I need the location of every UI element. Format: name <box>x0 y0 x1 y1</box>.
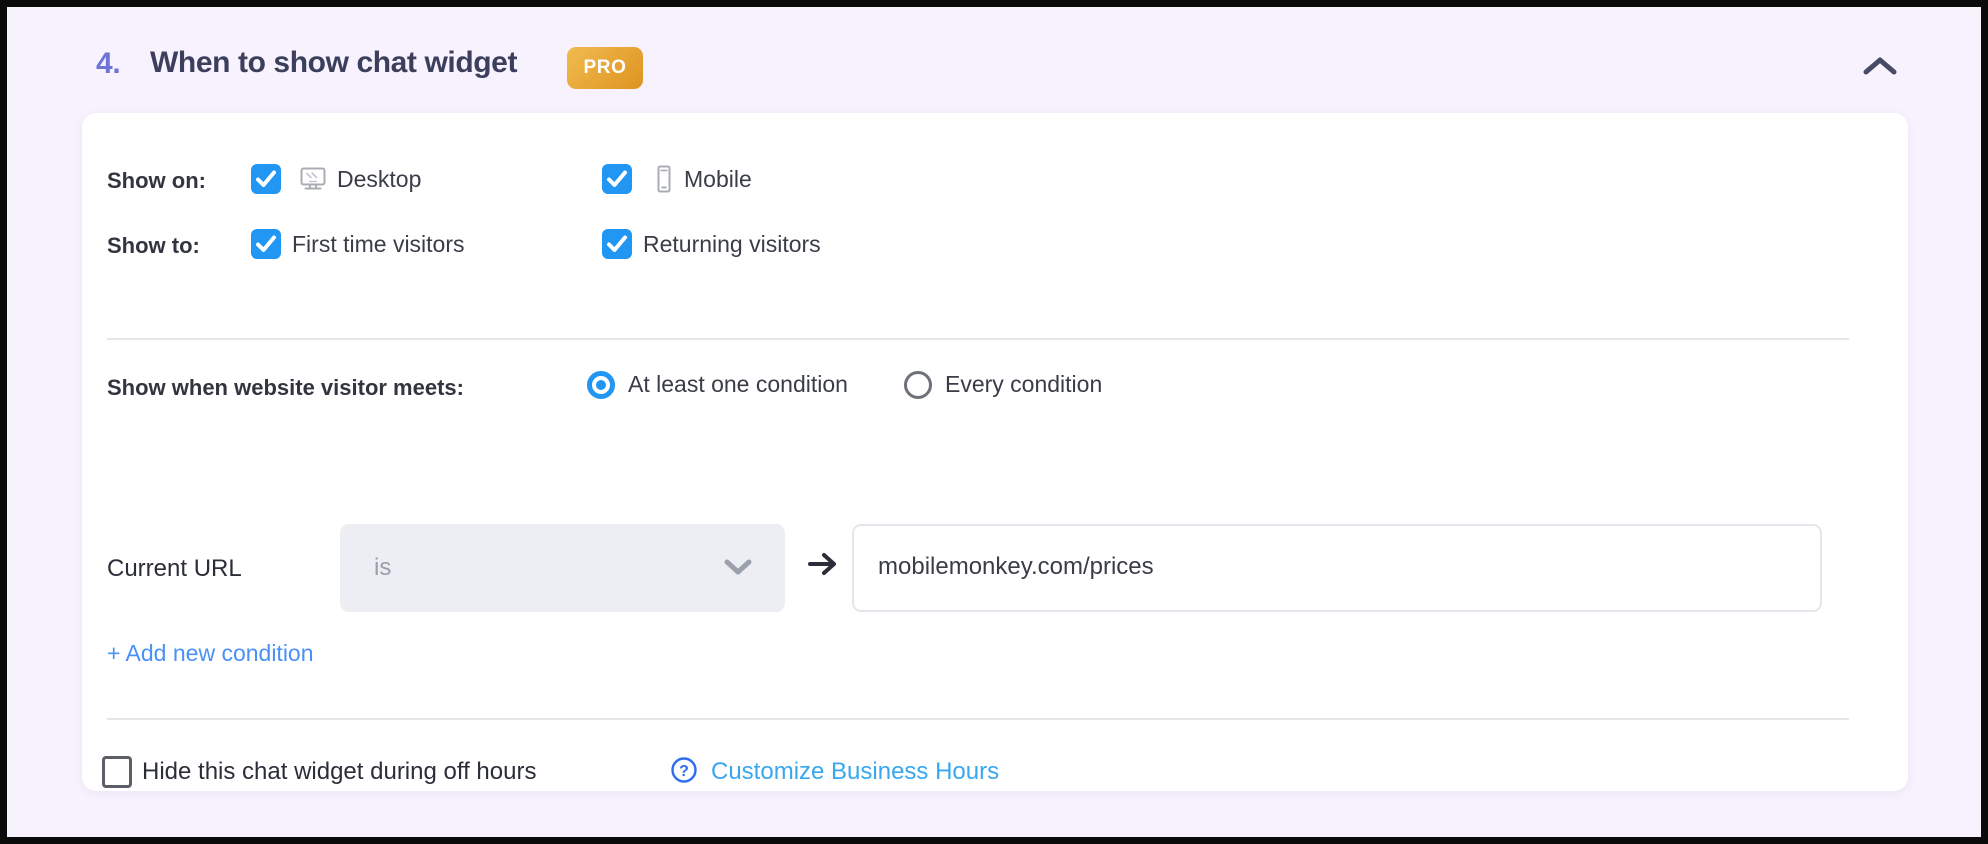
customize-business-hours-link[interactable]: Customize Business Hours <box>711 758 999 786</box>
show-to-label: Show to: <box>107 233 200 258</box>
desktop-monitor-icon <box>297 163 329 200</box>
add-new-condition-link[interactable]: + Add new condition <box>107 640 314 667</box>
arrow-right-icon <box>806 546 840 587</box>
svg-text:?: ? <box>679 763 689 780</box>
page-background: 4. When to show chat widget PRO Show on: <box>14 14 1981 837</box>
question-mark-circle-icon[interactable]: ? <box>670 756 698 789</box>
rule-field-label: Current URL <box>107 555 242 582</box>
page-title: When to show chat widget <box>150 46 518 79</box>
checkbox-first-time-visitors[interactable] <box>251 229 281 259</box>
option-label-desktop: Desktop <box>337 166 422 192</box>
checkbox-returning-visitors[interactable] <box>602 229 632 259</box>
checkbox-hide-during-off-hours[interactable] <box>102 756 132 788</box>
chevron-up-icon <box>1863 55 1897 82</box>
radio-every-condition[interactable] <box>904 371 932 399</box>
chevron-down-icon <box>723 557 753 582</box>
checkbox-desktop[interactable] <box>251 164 281 194</box>
collapse-section-button[interactable] <box>1860 52 1900 84</box>
radio-label-at-least-one-condition: At least one condition <box>628 371 848 397</box>
rule-value-text: mobilemonkey.com/prices <box>878 553 1154 580</box>
rule-operator-select[interactable]: is <box>340 524 785 612</box>
checkbox-mobile[interactable] <box>602 164 632 194</box>
option-label-mobile: Mobile <box>684 166 752 192</box>
step-number: 4. <box>96 47 121 80</box>
rule-value-input[interactable]: mobilemonkey.com/prices <box>852 524 1822 612</box>
section-header: 4. When to show chat widget PRO <box>14 14 1981 119</box>
divider-top <box>107 338 1849 340</box>
option-label-first-time-visitors: First time visitors <box>292 231 465 257</box>
radio-at-least-one-condition[interactable] <box>587 371 615 399</box>
option-label-returning-visitors: Returning visitors <box>643 231 821 257</box>
screenshot-frame: 4. When to show chat widget PRO Show on: <box>0 0 1988 844</box>
divider-bottom <box>107 718 1849 720</box>
conditions-label: Show when website visitor meets: <box>107 375 464 400</box>
radio-label-every-condition: Every condition <box>945 371 1103 397</box>
off-hours-label: Hide this chat widget during off hours <box>142 758 537 785</box>
show-on-label: Show on: <box>107 168 206 193</box>
settings-card: Show on: Desktop Mobile Show to: First t… <box>82 113 1908 791</box>
mobile-phone-icon <box>652 163 676 200</box>
rule-operator-value: is <box>374 554 392 581</box>
pro-badge: PRO <box>567 47 643 89</box>
